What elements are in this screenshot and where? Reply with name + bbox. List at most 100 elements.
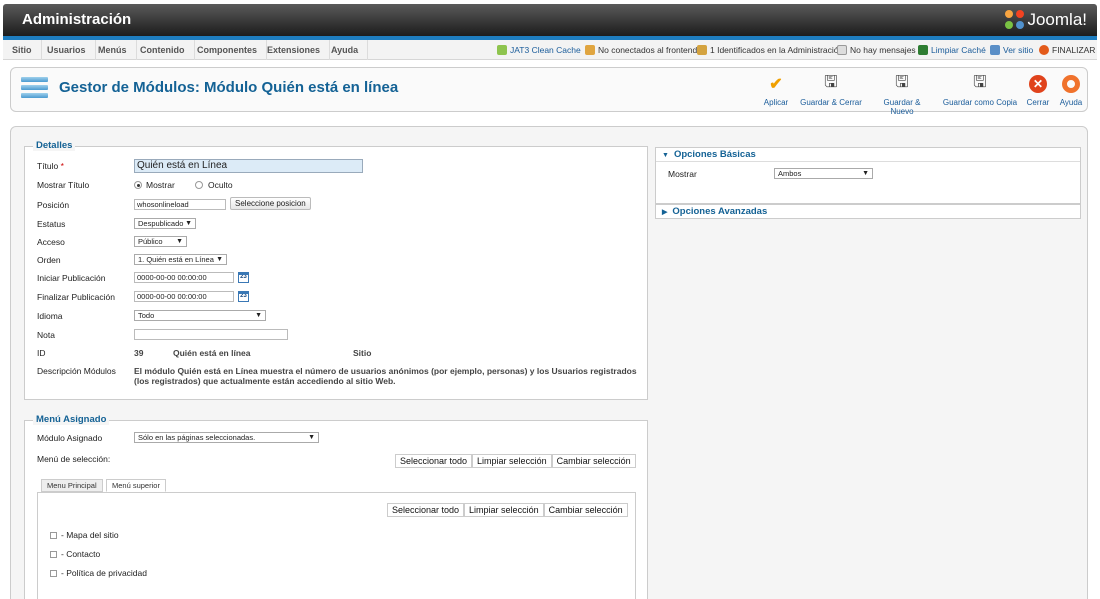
user-icon [697, 45, 707, 55]
basic-show-label: Mostrar [668, 169, 697, 179]
details-legend: Detalles [33, 140, 76, 151]
menu-componentes[interactable]: Componentes [188, 40, 268, 60]
show-title-label: Mostrar Título [37, 180, 90, 190]
admin-header: Administración Joomla! [3, 4, 1097, 36]
joomla-logo-text: Joomla! [1027, 10, 1087, 29]
frontend-users-status: No conectados al frontend [585, 40, 697, 60]
clear-selection-button[interactable]: Limpiar selección [472, 454, 552, 468]
select-all-button[interactable]: Seleccionar todo [387, 503, 465, 517]
menu-sitio[interactable]: Sitio [3, 40, 42, 60]
toggle-selection-button[interactable]: Cambiar selección [543, 503, 628, 517]
menu-contenido[interactable]: Contenido [131, 40, 195, 60]
hide-title-radio[interactable] [195, 181, 203, 189]
menu-assignment-fieldset: Menú Asignado Módulo Asignado Sólo en la… [24, 414, 648, 599]
order-select[interactable]: 1. Quién está en Línea ▼ [134, 254, 227, 265]
jat3-cache-link[interactable]: JAT3 Clean Cache [497, 40, 581, 60]
order-label: Orden [37, 255, 61, 265]
save-copy-icon: 🖫 [973, 73, 987, 91]
menu-item-checkbox[interactable] [50, 570, 57, 577]
mail-icon [837, 45, 847, 55]
publish-up-input[interactable]: 0000-00-00 00:00:00 [134, 272, 234, 283]
menu-item-label: - Mapa del sitio [61, 530, 119, 540]
position-label: Posición [37, 200, 70, 210]
menu-item-checkbox[interactable] [50, 551, 57, 558]
module-name-value: Quién está en línea [173, 348, 251, 358]
hide-option-label: Oculto [208, 180, 233, 190]
description-line-2: (los registrados) que actualmente están … [134, 376, 396, 386]
save-new-button[interactable]: 🖫 Guardar & Nuevo [871, 73, 933, 117]
note-input[interactable] [134, 329, 288, 340]
description-label: Descripción Módulos [37, 366, 116, 376]
module-assigned-label: Módulo Asignado [37, 433, 103, 443]
menu-usuarios[interactable]: Usuarios [38, 40, 96, 60]
calendar-icon[interactable]: 23 [238, 291, 249, 302]
save-icon: 🖫 [824, 73, 838, 91]
status-label: Estatus [37, 219, 66, 229]
status-select[interactable]: Despublicado ▼ [134, 218, 196, 229]
publish-down-label: Finalizar Publicación [37, 292, 115, 302]
view-site-link[interactable]: Ver sitio [990, 40, 1033, 60]
broom-icon [918, 45, 928, 55]
admin-users-status: 1 Identificados en la Administración [697, 40, 843, 60]
toggle-selection-button[interactable]: Cambiar selección [551, 454, 636, 468]
publish-up-label: Iniciar Publicación [37, 273, 106, 283]
save-close-button[interactable]: 🖫 Guardar & Cerrar [799, 73, 863, 108]
position-input[interactable]: whosonlineload [134, 199, 226, 210]
advanced-options-panel[interactable]: ▶ Opciones Avanzadas [655, 204, 1081, 219]
save-copy-button[interactable]: 🖫 Guardar como Copia [942, 73, 1018, 108]
show-title-radio[interactable] [134, 181, 142, 189]
show-option-label: Mostrar [146, 180, 175, 190]
module-manager-icon [21, 77, 48, 101]
language-select[interactable]: Todo ▼ [134, 310, 266, 321]
id-label: ID [37, 348, 46, 358]
title-input[interactable]: Quién está en Línea [134, 159, 363, 173]
basic-options-panel: ▼ Opciones Básicas Mostrar Ambos ▼ [655, 147, 1081, 204]
joomla-logo[interactable]: Joomla! [1005, 9, 1087, 31]
select-position-button[interactable]: Seleccione posicion [230, 197, 311, 210]
calendar-icon[interactable]: 23 [238, 272, 249, 283]
menu-selection-actions: Seleccionar todo Limpiar selección Cambi… [395, 454, 636, 468]
menu-item-label: - Contacto [61, 549, 101, 559]
select-all-button[interactable]: Seleccionar todo [395, 454, 473, 468]
power-icon [1039, 45, 1049, 55]
users-icon [585, 45, 595, 55]
publish-down-input[interactable]: 0000-00-00 00:00:00 [134, 291, 234, 302]
access-label: Acceso [37, 237, 65, 247]
save-new-icon: 🖫 [895, 73, 909, 91]
menu-menus[interactable]: Menús [89, 40, 137, 60]
menu-assignment-legend: Menú Asignado [33, 414, 110, 425]
expanded-arrow-icon: ▼ [662, 152, 669, 159]
basic-show-select[interactable]: Ambos ▼ [774, 168, 873, 179]
tab-menu-principal[interactable]: Menu Principal [41, 479, 103, 492]
lifebuoy-icon [1061, 74, 1081, 94]
close-button[interactable]: ✕ Cerrar [1023, 74, 1053, 107]
language-label: Idioma [37, 311, 63, 321]
details-fieldset: Detalles Título * Quién está en Línea Mo… [24, 140, 648, 400]
checkmark-icon: ✔ [769, 76, 783, 93]
access-select[interactable]: Público ▼ [134, 236, 187, 247]
menu-ayuda[interactable]: Ayuda [322, 40, 369, 60]
monitor-icon [990, 45, 1000, 55]
main-menu-bar: Sitio Usuarios Menús Contenido Component… [3, 40, 1097, 60]
basic-options-header[interactable]: ▼ Opciones Básicas [656, 148, 1080, 162]
menu-extensiones[interactable]: Extensiones [258, 40, 331, 60]
recycle-icon [497, 45, 507, 55]
help-button[interactable]: Ayuda [1057, 74, 1085, 107]
clear-selection-button[interactable]: Limpiar selección [464, 503, 544, 517]
logout-link[interactable]: FINALIZAR [1039, 40, 1095, 60]
clear-cache-link[interactable]: Limpiar Caché [918, 40, 986, 60]
close-icon: ✕ [1028, 74, 1048, 94]
messages-status[interactable]: No hay mensajes [837, 40, 916, 60]
menu-item-checkbox[interactable] [50, 532, 57, 539]
menu-selection-label: Menú de selección: [37, 454, 111, 464]
note-label: Nota [37, 330, 55, 340]
apply-button[interactable]: ✔ Aplicar [756, 74, 796, 107]
collapsed-arrow-icon: ▶ [662, 209, 668, 216]
title-label: Título * [37, 161, 64, 171]
id-value: 39 [134, 348, 144, 358]
module-assigned-select[interactable]: Sólo en las páginas seleccionadas. ▼ [134, 432, 319, 443]
module-toolbar: Gestor de Módulos: Módulo Quién está en … [10, 67, 1088, 116]
tab-selection-actions: Seleccionar todo Limpiar selección Cambi… [387, 503, 628, 517]
tab-menu-superior[interactable]: Menú superior [106, 479, 166, 492]
joomla-logo-icon [1005, 10, 1025, 30]
